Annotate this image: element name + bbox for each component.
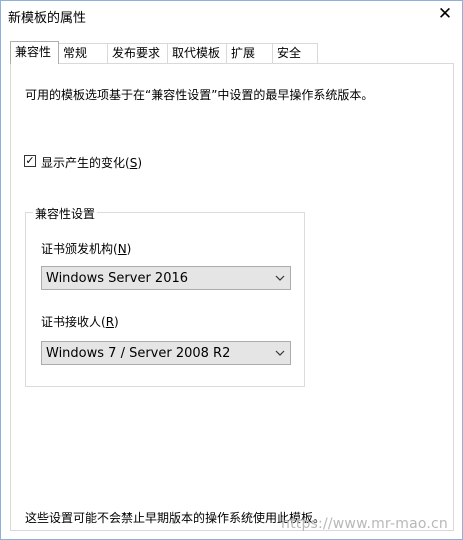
group-title: 兼容性设置 xyxy=(33,205,98,222)
compatibility-settings-group: 兼容性设置 证书颁发机构(N) Windows Server 2016 证书接收… xyxy=(25,205,305,387)
tab-superseded-templates[interactable]: 取代模板 xyxy=(167,43,227,63)
window-title: 新模板的属性 xyxy=(8,11,87,26)
chevron-down-icon xyxy=(275,275,285,281)
checkmark-icon: ✓ xyxy=(25,154,35,167)
tab-strip: 兼容性 常规 发布要求 取代模板 扩展 安全 xyxy=(10,41,460,64)
description-text: 可用的模板选项基于在“兼容性设置”中设置的最早操作系统版本。 xyxy=(25,88,374,102)
ca-select[interactable]: Windows Server 2016 xyxy=(41,266,291,290)
recipient-label: 证书接收人(R) xyxy=(41,315,119,329)
recipient-select[interactable]: Windows 7 / Server 2008 R2 xyxy=(41,341,291,365)
tab-compatibility[interactable]: 兼容性 xyxy=(10,41,59,64)
title-bar: 新模板的属性 ✕ xyxy=(1,1,462,29)
ca-label: 证书颁发机构(N) xyxy=(41,242,132,256)
tab-extensions[interactable]: 扩展 xyxy=(226,43,273,63)
close-button[interactable]: ✕ xyxy=(428,1,462,29)
show-changes-label: 显示产生的变化(S) xyxy=(41,156,142,170)
watermark-text: https://www.mr-mao.cn xyxy=(281,516,449,532)
checkbox-box[interactable]: ✓ xyxy=(24,155,36,167)
close-icon: ✕ xyxy=(437,4,453,24)
ca-select-value: Windows Server 2016 xyxy=(46,271,189,286)
tab-security[interactable]: 安全 xyxy=(272,43,318,63)
tab-issuance-requirements[interactable]: 发布要求 xyxy=(107,43,168,63)
properties-dialog: 新模板的属性 ✕ 兼容性 常规 发布要求 取代模板 扩展 安全 可用的模板选项基… xyxy=(0,0,463,540)
compatibility-panel: 可用的模板选项基于在“兼容性设置”中设置的最早操作系统版本。 ✓ 显示产生的变化… xyxy=(10,63,454,531)
recipient-select-value: Windows 7 / Server 2008 R2 xyxy=(46,346,231,361)
chevron-down-icon xyxy=(275,350,285,356)
tab-general[interactable]: 常规 xyxy=(58,43,108,63)
footer-note: 这些设置可能不会禁止早期版本的操作系统使用此模板。 xyxy=(25,511,326,525)
